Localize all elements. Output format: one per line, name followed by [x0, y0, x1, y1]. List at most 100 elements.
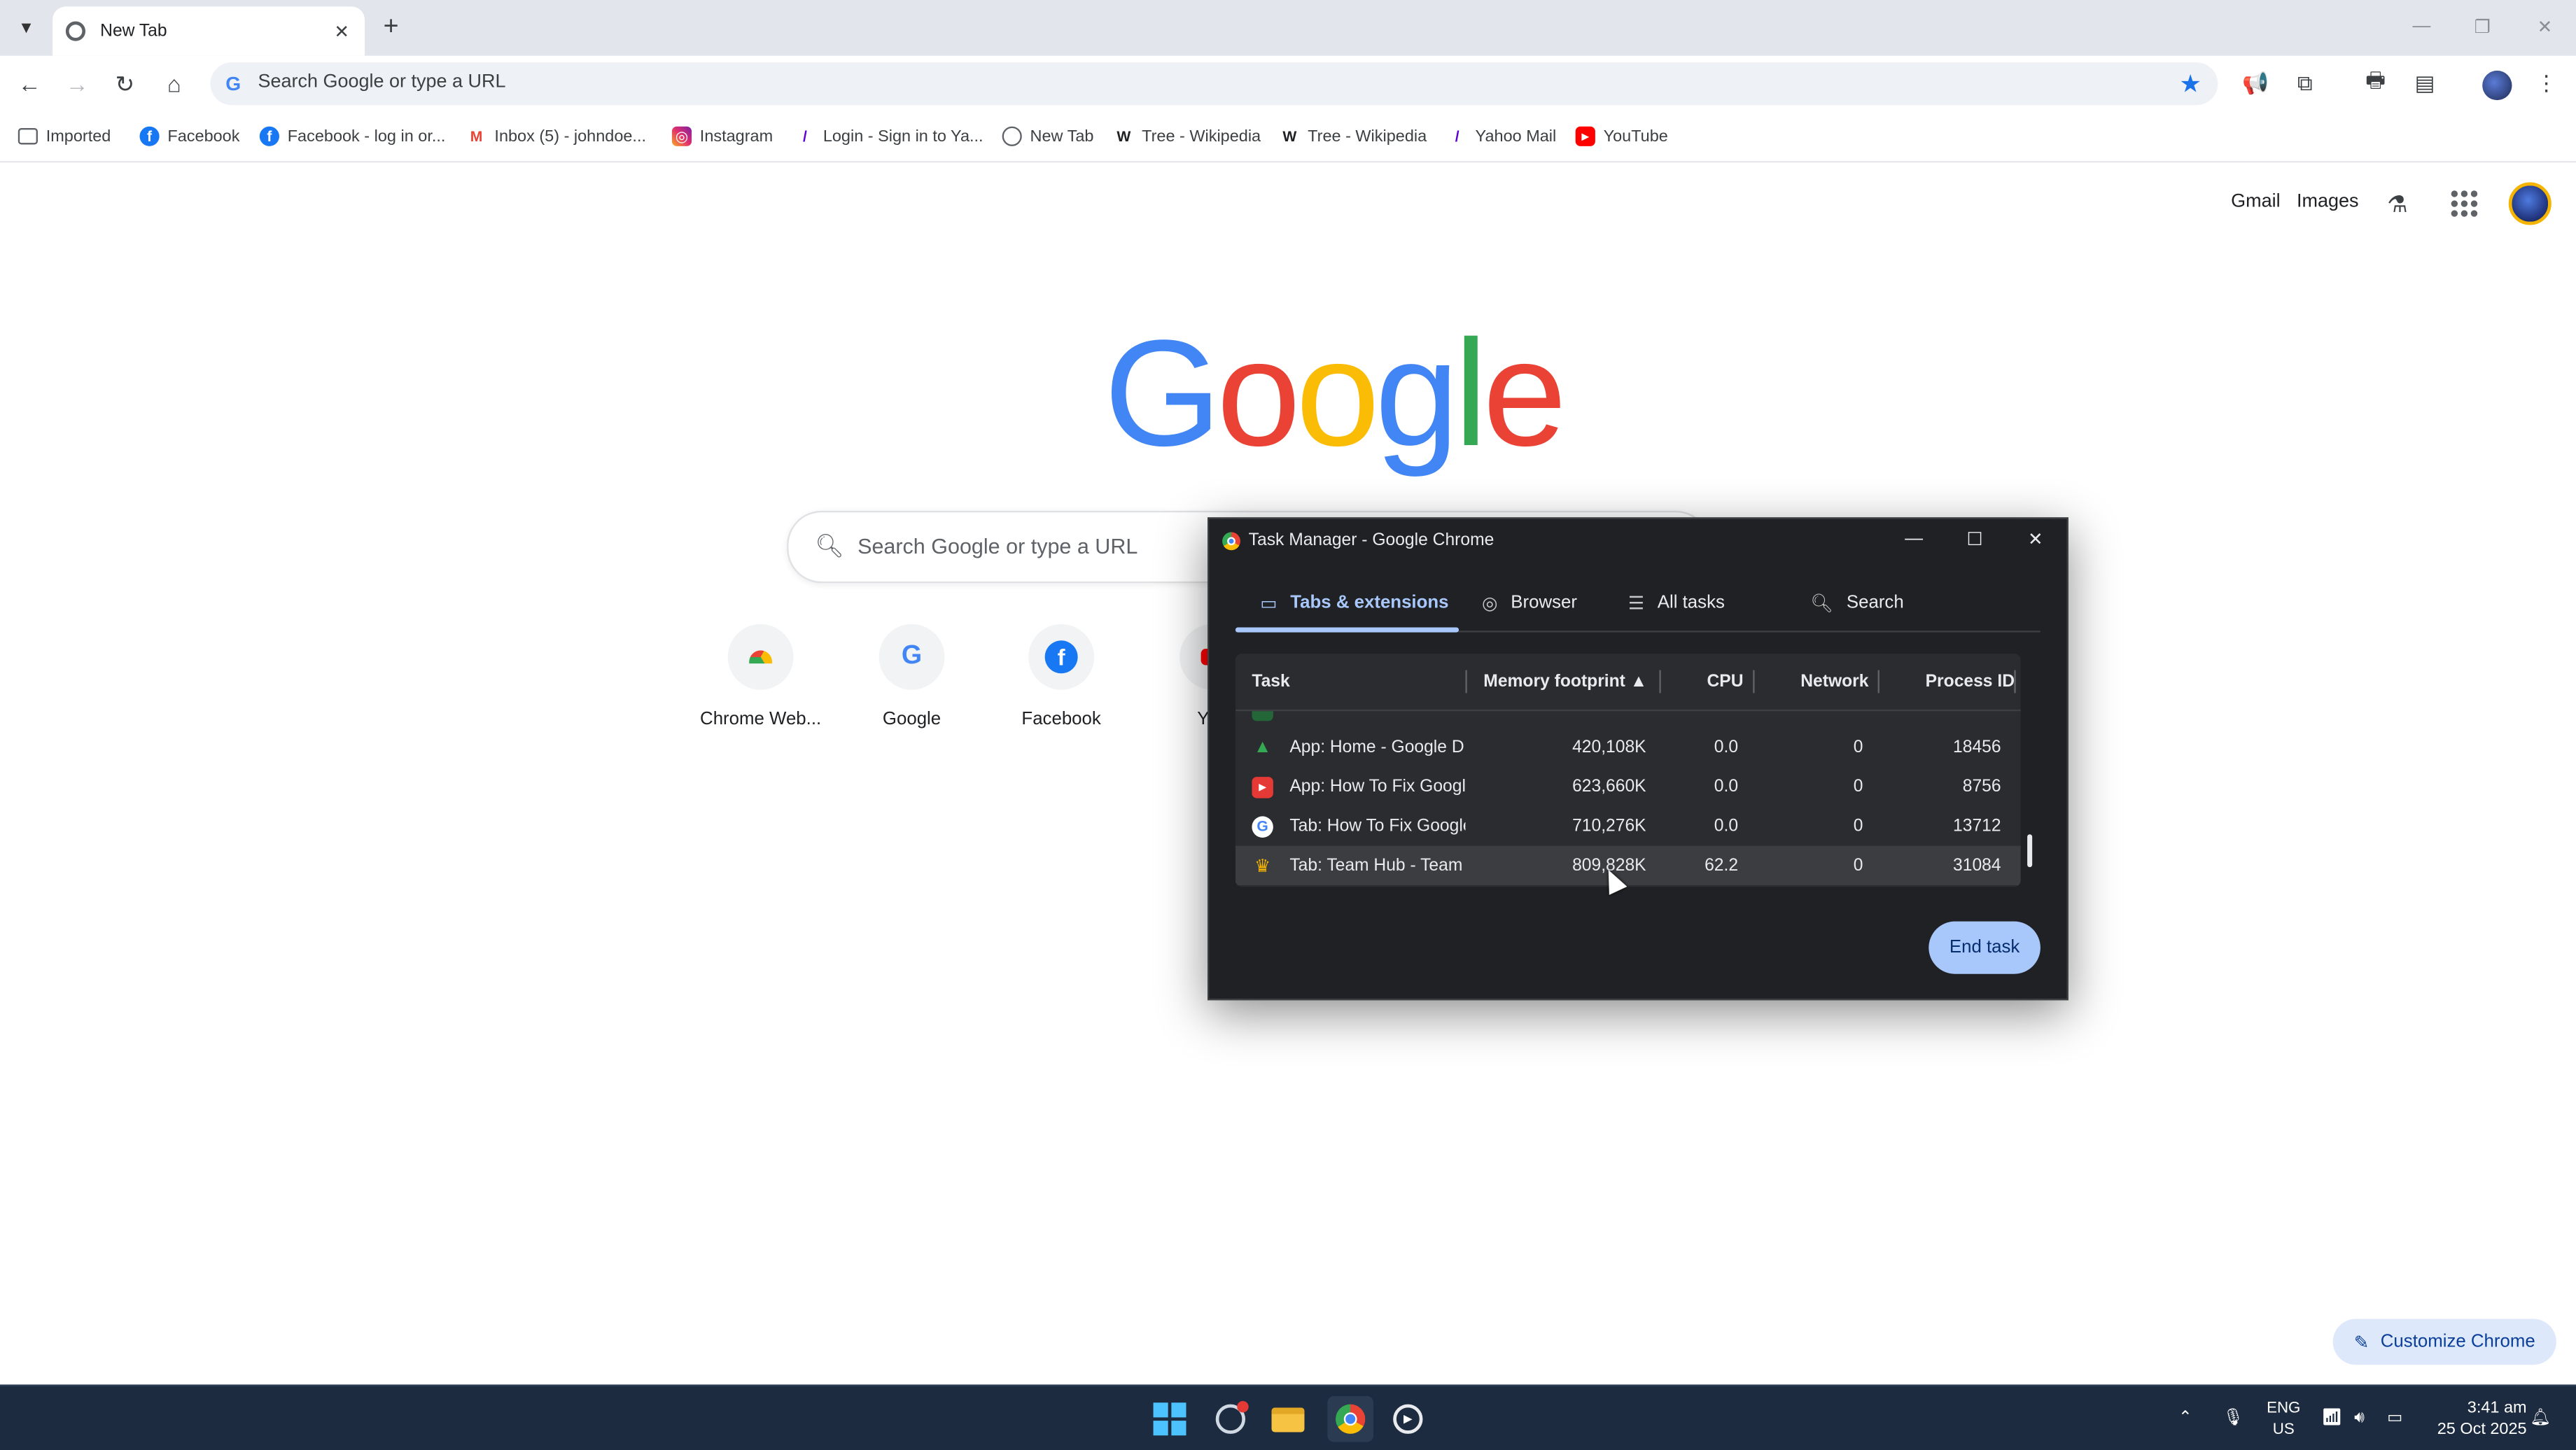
windows-taskbar: ▶ ⌃ 🎙︎ ENG US 📶︎ 🔊︎ ▭ 3:41 am 25 Oct 202… [0, 1384, 2576, 1450]
images-link[interactable]: Images [2297, 192, 2359, 212]
chrome-icon [65, 21, 86, 41]
bookmark-yahoo-mail[interactable]: / Yahoo Mail [1448, 123, 1556, 150]
bookmark-inbox[interactable]: M Inbox (5) - johndoe... [467, 123, 646, 150]
wifi-icon[interactable]: 📶︎ [2321, 1386, 2342, 1450]
yahoo-icon: / [803, 128, 807, 145]
col-task[interactable]: Task [1252, 654, 1289, 710]
google-icon: G [225, 72, 241, 96]
copilot-icon[interactable] [1211, 1400, 1250, 1439]
volume-icon[interactable]: 🔊︎ [2354, 1386, 2365, 1450]
google-apps-icon[interactable] [2451, 190, 2478, 217]
extensions-icon[interactable]: ⧉ [2288, 67, 2321, 100]
table-scrollbar[interactable] [2027, 834, 2033, 868]
tm-maximize-icon[interactable]: ☐ [1959, 526, 1991, 552]
bookmark-imported[interactable]: Imported [18, 123, 111, 150]
print-icon[interactable]: 🖶 [2359, 67, 2392, 100]
active-tab-indicator [1235, 627, 1460, 633]
table-row[interactable]: ▲ App: Home - Google D 420,108K 0.0 0 184… [1236, 728, 2021, 767]
battery-icon[interactable]: ▭ [2387, 1386, 2402, 1450]
media-player-icon[interactable]: ▶ [1388, 1400, 1427, 1439]
media-control-icon[interactable]: 📢 [2239, 67, 2272, 100]
taskbar-clock[interactable]: 3:41 am 25 Oct 2025 [2428, 1398, 2527, 1440]
bookmark-instagram[interactable]: ◎ Instagram [671, 123, 773, 150]
task-search[interactable]: 🔍︎ Search [1810, 578, 1903, 627]
google-logo: Google [1104, 310, 1567, 478]
toolbar: ← → ↻ ⌂ G Search Google or type a URL ★ … [0, 55, 2576, 112]
ntp-search-placeholder: Search Google or type a URL [858, 533, 1138, 558]
new-tab-button[interactable]: + [376, 13, 405, 43]
bookmark-yahoo-login[interactable]: / Login - Sign in to Ya... [795, 123, 983, 150]
table-row-selected[interactable]: ♛ Tab: Team Hub - Team I 809,828K 62.2 0 … [1235, 845, 2021, 886]
yahoo-icon: / [1455, 128, 1460, 145]
reload-icon[interactable]: ↻ [107, 66, 144, 102]
gmail-link[interactable]: Gmail [2231, 192, 2280, 212]
shortcut-chrome-web-store[interactable]: Chrome Web... [685, 624, 836, 756]
bookmark-star-icon[interactable]: ★ [2179, 69, 2202, 99]
list-icon: ☰ [1628, 593, 1644, 614]
shortcut-facebook[interactable]: f Facebook [986, 624, 1137, 756]
bookmark-facebook-login[interactable]: f Facebook - log in or... [259, 123, 445, 150]
globe-icon [1002, 126, 1022, 146]
bookmark-tree-wikipedia-2[interactable]: W Tree - Wikipedia [1280, 123, 1427, 150]
close-tab-icon[interactable]: ✕ [328, 18, 355, 45]
facebook-icon: f [1028, 624, 1095, 690]
wikipedia-icon: W [1282, 128, 1297, 145]
restore-icon[interactable]: ❐ [2464, 10, 2500, 43]
account-avatar[interactable] [2508, 182, 2552, 225]
google-icon: G [878, 624, 945, 690]
home-icon[interactable]: ⌂ [156, 66, 192, 102]
bookmark-tree-wikipedia-1[interactable]: W Tree - Wikipedia [1114, 123, 1261, 150]
search-icon: 🔍︎ [1810, 593, 1834, 614]
side-panel-icon[interactable]: ▤ [2409, 67, 2442, 100]
google-drive-icon: ▲ [1253, 737, 1272, 757]
tm-close-icon[interactable]: ✕ [2019, 526, 2052, 552]
labs-flask-icon[interactable]: ⚗ [2387, 190, 2407, 218]
col-memory[interactable]: Memory footprint ▲ [1483, 654, 1647, 710]
chrome-web-store-icon [727, 624, 794, 690]
facebook-icon: f [139, 126, 160, 146]
tab-new-tab[interactable]: New Tab ✕ [52, 6, 365, 56]
tabs-icon: ▭ [1260, 593, 1278, 614]
bookmark-new-tab[interactable]: New Tab [1002, 123, 1093, 150]
customize-chrome-button[interactable]: ✎ Customize Chrome [2332, 1318, 2556, 1365]
file-explorer-icon[interactable] [1268, 1400, 1308, 1439]
windows-start-icon[interactable] [1150, 1400, 1189, 1439]
tab-browser[interactable]: ◎ Browser [1482, 578, 1577, 627]
chrome-outline-icon: ◎ [1481, 593, 1498, 614]
back-icon[interactable]: ← [11, 66, 48, 102]
task-manager-titlebar: Task Manager - Google Chrome [1222, 527, 1494, 554]
bookmark-facebook[interactable]: f Facebook [139, 123, 239, 150]
tm-minimize-icon[interactable]: — [1898, 526, 1931, 552]
end-task-button[interactable]: End task [1928, 921, 2040, 974]
tab-search-icon[interactable]: ▼ [10, 11, 43, 44]
google-icon: G [1252, 815, 1273, 837]
bookmark-youtube[interactable]: ▶ YouTube [1575, 123, 1668, 150]
task-manager-window: Task Manager - Google Chrome — ☐ ✕ ▭ Tab… [1208, 517, 2068, 1001]
language-indicator[interactable]: ENG US [2264, 1398, 2303, 1440]
forward-icon[interactable]: → [59, 66, 95, 102]
menu-icon[interactable]: ⋮ [2530, 67, 2563, 100]
instagram-icon: ◎ [671, 126, 692, 146]
chrome-icon [1222, 531, 1240, 550]
profile-avatar[interactable] [2482, 70, 2512, 101]
notification-icon[interactable]: 🔔︎ [2530, 1386, 2551, 1450]
tab-tabs-extensions[interactable]: ▭ Tabs & extensions [1260, 578, 1448, 627]
chrome-taskbar-icon[interactable] [1327, 1395, 1374, 1442]
omnibox[interactable]: G Search Google or type a URL ★ [210, 62, 2218, 106]
col-process-id[interactable]: Process ID [1926, 654, 2015, 710]
col-cpu[interactable]: CPU [1707, 654, 1743, 710]
minimize-icon[interactable]: — [2404, 10, 2440, 43]
col-network[interactable]: Network [1800, 654, 1868, 710]
wikipedia-icon: W [1116, 128, 1131, 145]
table-row[interactable]: ▶ App: How To Fix Googl 623,660K 0.0 0 87… [1236, 767, 2021, 806]
bookmarks-bar: Imported f Facebook f Facebook - log in … [0, 111, 2576, 163]
tab-all-tasks[interactable]: ☰ All tasks [1628, 578, 1725, 627]
table-row[interactable]: G Tab: How To Fix Google 710,276K 0.0 0 1… [1236, 806, 2021, 845]
crown-icon: ♛ [1254, 856, 1271, 877]
close-window-icon[interactable]: ✕ [2527, 10, 2563, 43]
tray-chevron-icon[interactable]: ⌃ [2178, 1386, 2192, 1450]
microphone-icon[interactable]: 🎙︎ [2222, 1386, 2244, 1450]
folder-icon [18, 128, 38, 145]
shortcut-google[interactable]: G Google [836, 624, 988, 756]
youtube-icon: ▶ [1575, 126, 1595, 146]
